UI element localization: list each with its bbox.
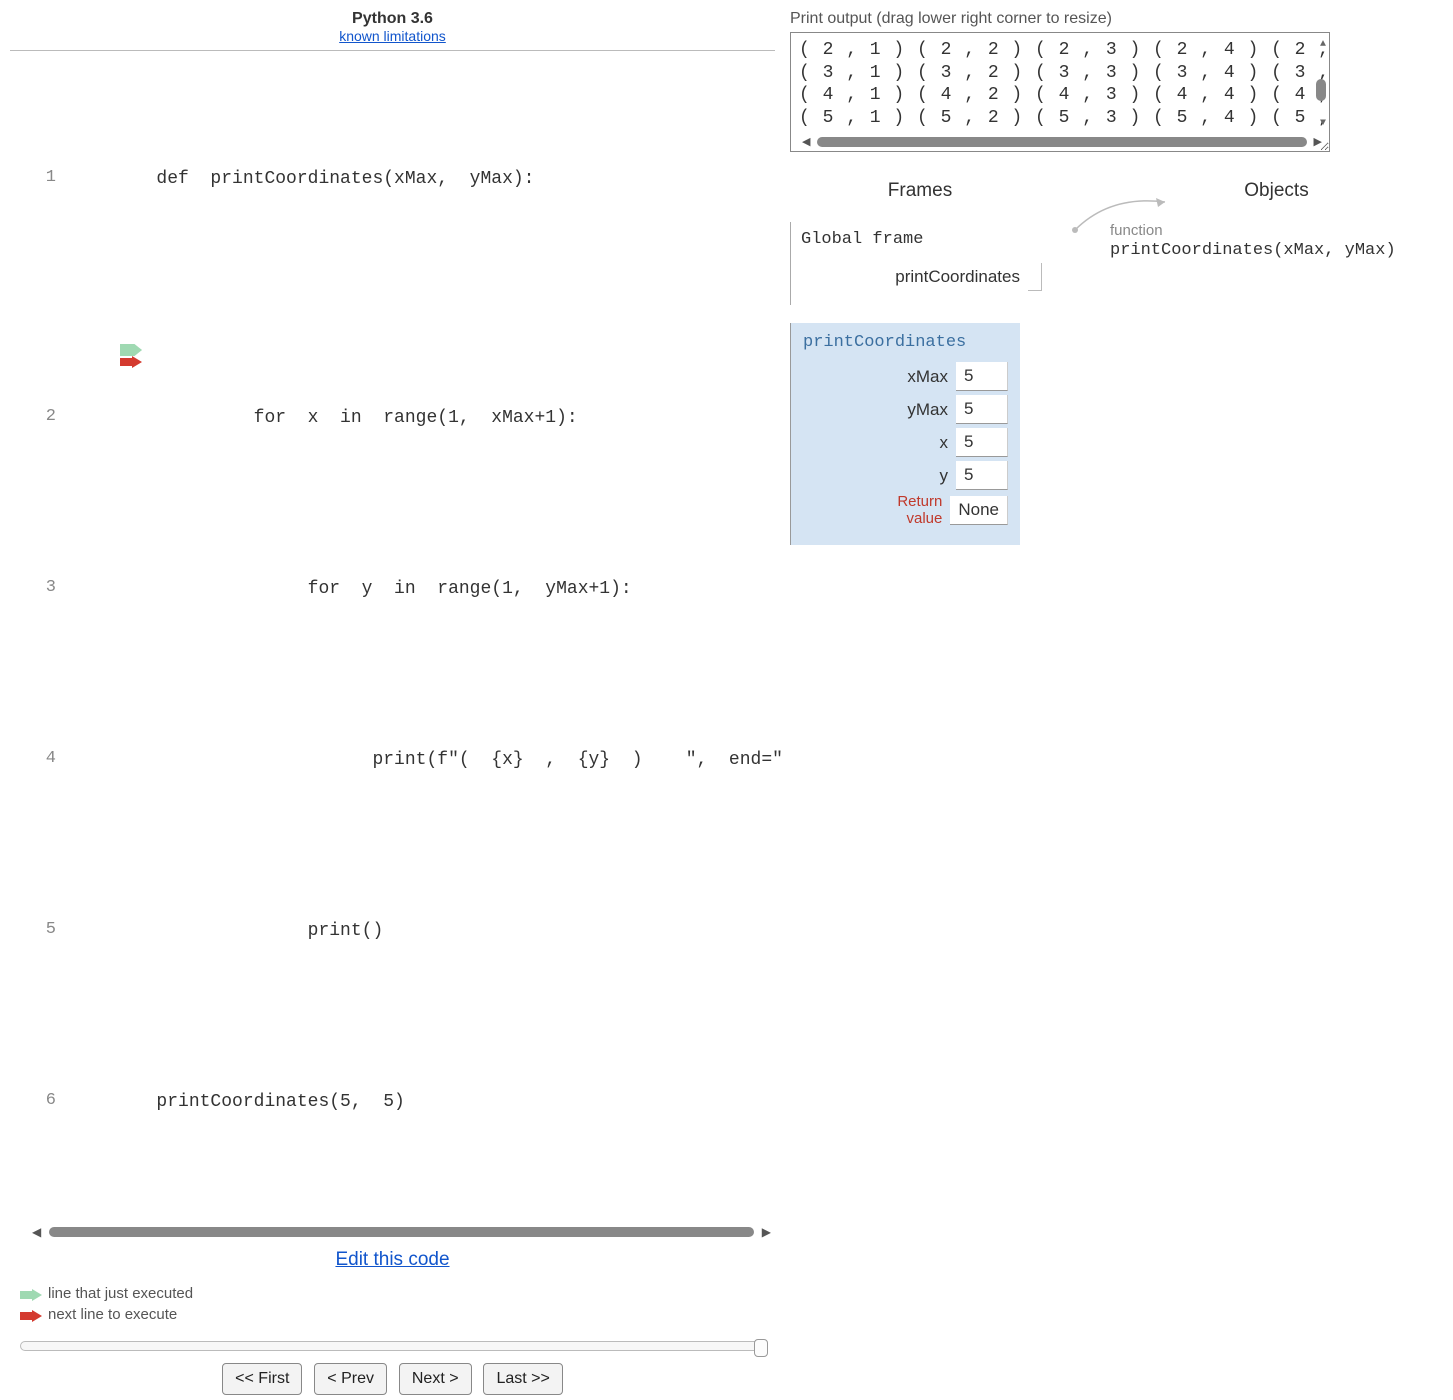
line-number: 5 [36,914,56,946]
line-number: 4 [36,743,56,775]
code-line: 6printCoordinates(5, 5) [70,1050,775,1153]
code-pane: Python 3.6 known limitations 1def printC… [0,0,785,1400]
line-number: 3 [36,572,56,604]
code-line: 5 print() [70,880,775,983]
code-hscrollbar[interactable]: ◀ ▶ [28,1225,775,1239]
hscroll-thumb[interactable] [817,137,1306,147]
language-label: Python 3.6 [10,10,775,28]
divider [10,50,775,51]
legend-next-arrow-icon [20,1309,42,1321]
var-name: yMax [803,400,956,420]
scroll-up-icon[interactable]: ▲ [1320,39,1326,50]
vscroll-thumb[interactable] [1316,79,1326,101]
code-line: 2 for x in range(1, xMax+1): [70,298,775,469]
code-line: 4 print(f"( {x} , {y} ) ", end=" [70,709,775,812]
nav-buttons: << First < Prev Next > Last >> [10,1363,775,1395]
var-value: 5 [956,461,1008,490]
pointer-stub [1028,263,1042,291]
var-name: y [803,466,956,486]
output-line: ( 2 , 1 ) ( 2 , 2 ) ( 2 , 3 ) ( 2 , 4 ) … [799,39,1325,62]
var-row: x 5 [803,428,1008,457]
output-label: Print output (drag lower right corner to… [790,10,1443,28]
legend-prev-text: line that just executed [48,1285,193,1302]
scroll-down-icon[interactable]: ▼ [1320,118,1326,129]
last-button[interactable]: Last >> [483,1363,562,1395]
objects-column: Objects function printCoordinates(xMax, … [1110,180,1443,545]
line-number: 2 [36,401,56,433]
code-block: 1def printCoordinates(xMax, yMax): 2 for… [10,59,775,1221]
var-row: y 5 [803,461,1008,490]
prev-button[interactable]: < Prev [314,1363,387,1395]
scroll-thumb[interactable] [49,1227,754,1237]
function-object: function printCoordinates(xMax, yMax) [1110,222,1443,260]
legend: line that just executed next line to exe… [20,1285,775,1323]
var-name: x [803,433,956,453]
first-button[interactable]: << First [222,1363,302,1395]
return-row: Returnvalue None [803,494,1008,527]
local-frame-title: printCoordinates [803,333,1008,352]
output-vscrollbar[interactable]: ▲ ▼ [1314,39,1326,129]
object-type-label: function [1110,222,1443,239]
output-line: ( 4 , 1 ) ( 4 , 2 ) ( 4 , 3 ) ( 4 , 4 ) … [799,84,1325,107]
line-number: 1 [36,162,56,194]
var-value: 5 [956,428,1008,457]
global-func-ref: printCoordinates [801,263,1050,291]
frames-header: Frames [790,180,1050,202]
global-func-name: printCoordinates [895,267,1020,287]
code-text: for y in range(1, yMax+1): [156,579,631,599]
object-signature: printCoordinates(xMax, yMax) [1110,241,1443,260]
code-text: for x in range(1, xMax+1): [156,408,577,428]
code-header: Python 3.6 known limitations [10,10,775,44]
global-frame-title: Global frame [801,230,1050,249]
next-button[interactable]: Next > [399,1363,472,1395]
edit-code-link[interactable]: Edit this code [335,1249,449,1270]
global-frame: Global frame printCoordinates [790,222,1050,305]
prev-arrow-icon [12,300,34,312]
code-text: def printCoordinates(xMax, yMax): [156,169,534,189]
var-name: xMax [803,367,956,387]
var-row: yMax 5 [803,395,1008,424]
known-limitations-link[interactable]: known limitations [339,28,446,44]
code-text: print() [156,921,383,941]
return-value: None [950,496,1008,525]
local-frame: printCoordinates xMax 5 yMax 5 x 5 y [790,323,1020,545]
code-line: 3 for y in range(1, yMax+1): [70,538,775,641]
code-line: 1def printCoordinates(xMax, yMax): [70,127,775,230]
viz-pane: Print output (drag lower right corner to… [785,0,1453,1400]
var-value: 5 [956,362,1008,391]
slider-thumb[interactable] [754,1339,768,1357]
next-arrow-icon [12,312,34,324]
output-box[interactable]: ( 2 , 1 ) ( 2 , 2 ) ( 2 , 3 ) ( 2 , 4 ) … [790,32,1330,152]
scroll-right-icon[interactable]: ▶ [758,1225,775,1239]
code-text: print(f"( {x} , {y} ) ", end=" [156,750,783,770]
scroll-right-icon[interactable]: ▶ [1311,135,1325,149]
frames-column: Frames Global frame printCoordinates pri… [790,180,1050,545]
legend-next-text: next line to execute [48,1306,177,1323]
var-value: 5 [956,395,1008,424]
scroll-left-icon[interactable]: ◀ [799,135,813,149]
return-label: Returnvalue [803,494,950,527]
output-line: ( 3 , 1 ) ( 3 , 2 ) ( 3 , 3 ) ( 3 , 4 ) … [799,62,1325,85]
line-number: 6 [36,1085,56,1117]
output-line: ( 5 , 1 ) ( 5 , 2 ) ( 5 , 3 ) ( 5 , 4 ) … [799,107,1325,130]
objects-header: Objects [1110,180,1443,202]
output-hscrollbar[interactable]: ◀ ▶ [799,135,1325,149]
code-text: printCoordinates(5, 5) [156,1092,404,1112]
step-slider[interactable] [20,1341,765,1351]
var-row: xMax 5 [803,362,1008,391]
legend-prev-arrow-icon [20,1288,42,1300]
scroll-left-icon[interactable]: ◀ [28,1225,45,1239]
